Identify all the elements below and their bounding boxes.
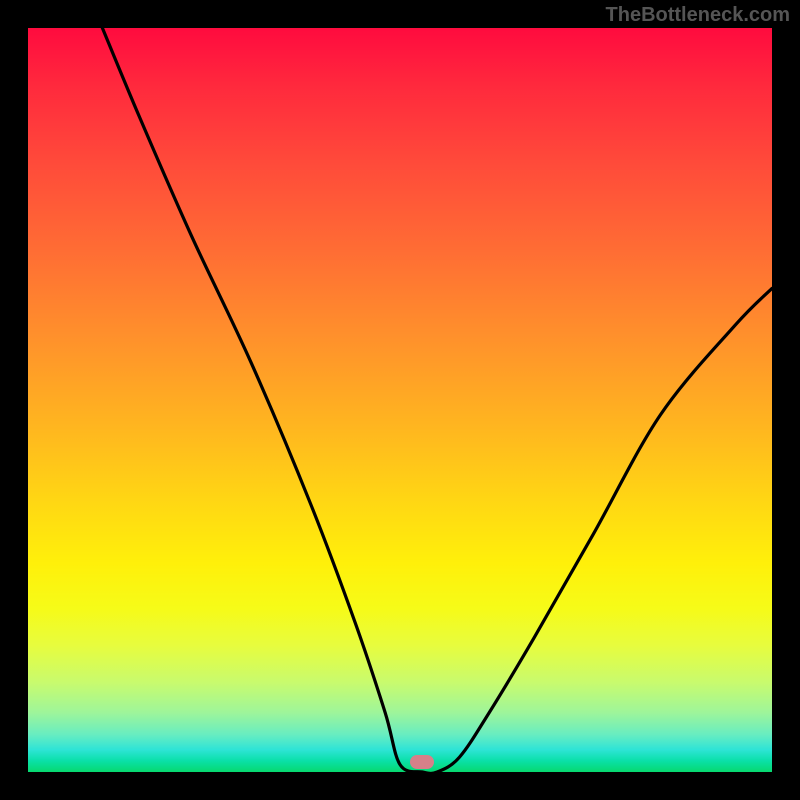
bottleneck-curve: [28, 28, 772, 772]
watermark-text: TheBottleneck.com: [606, 4, 790, 27]
plot-area: [28, 28, 772, 772]
min-point-marker: [410, 755, 434, 769]
chart-frame: TheBottleneck.com: [0, 0, 800, 800]
